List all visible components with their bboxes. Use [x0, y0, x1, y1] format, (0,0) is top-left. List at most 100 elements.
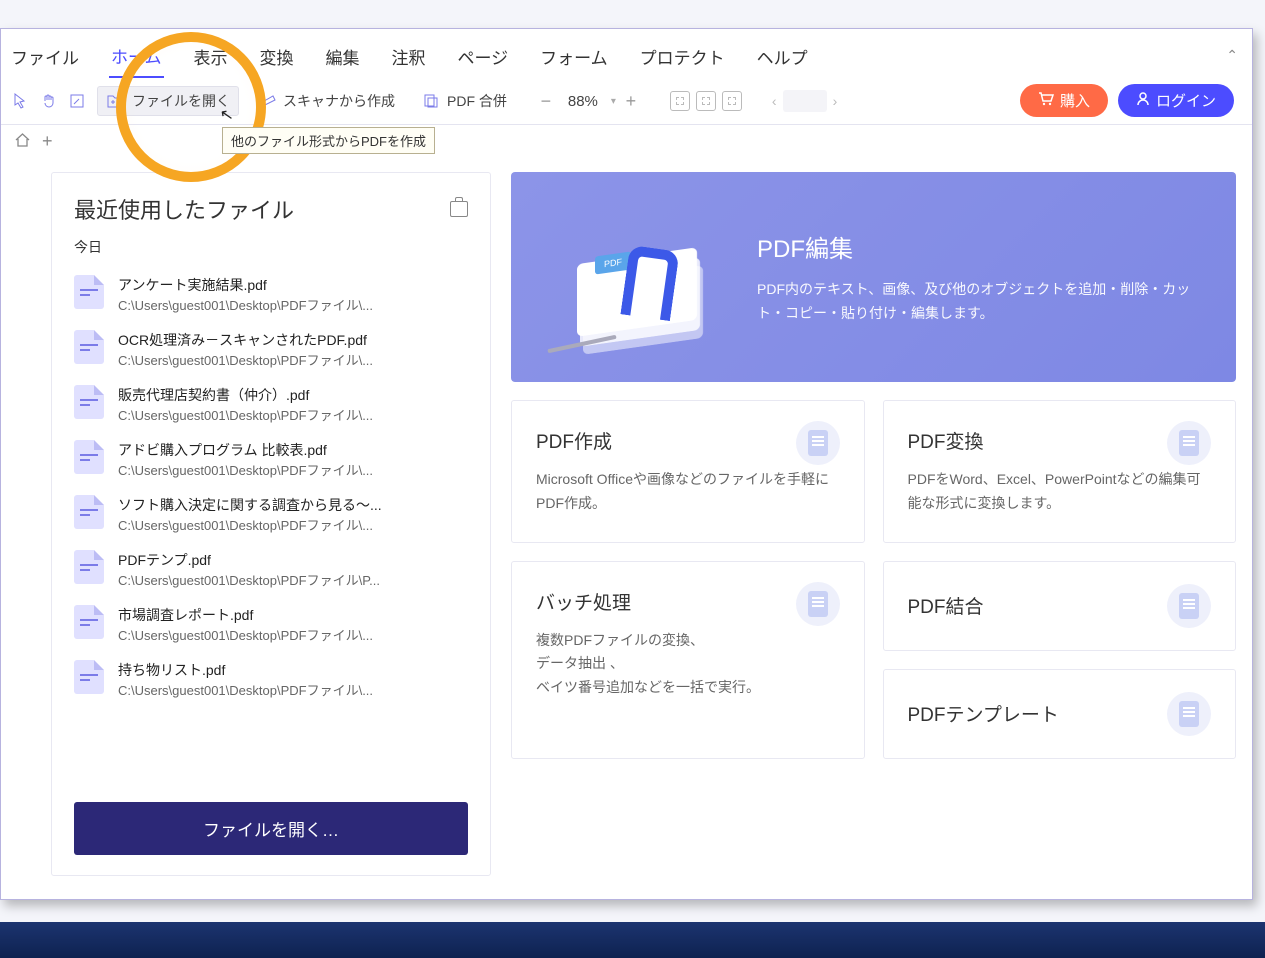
pdf-file-icon: [74, 385, 104, 419]
file-path: C:\Users\guest001\Desktop\PDFファイル\P...: [118, 570, 380, 589]
menu-form[interactable]: フォーム: [538, 40, 610, 77]
tab-bar: +: [1, 125, 1252, 158]
file-name: アンケート実施結果.pdf: [118, 275, 373, 295]
pdf-merge-button[interactable]: PDF 合併: [413, 87, 515, 115]
card-title: PDFテンプレート: [908, 700, 1059, 727]
card-pdf-create[interactable]: PDF作成 Microsoft Officeや画像などのファイルを手軽にPDF作…: [511, 400, 865, 543]
file-item[interactable]: 持ち物リスト.pdf C:\Users\guest001\Desktop\PDF…: [74, 652, 468, 707]
pdf-file-icon: [74, 495, 104, 529]
zoom-control: − 88% ▾ +: [535, 90, 642, 112]
hero-illustration: PDF: [547, 202, 727, 352]
card-pdf-convert[interactable]: PDF変換 PDFをWord、Excel、PowerPointなどの編集可能な形…: [883, 400, 1237, 543]
file-name: PDFテンプ.pdf: [118, 550, 380, 570]
scanner-icon: [257, 91, 277, 111]
card-desc: Microsoft Officeや画像などのファイルを手軽にPDF作成。: [536, 468, 840, 516]
template-icon: [1167, 692, 1211, 736]
file-item[interactable]: アドビ購入プログラム 比較表.pdf C:\Users\guest001\Des…: [74, 432, 468, 487]
login-label: ログイン: [1156, 90, 1216, 111]
menu-view[interactable]: 表示: [192, 40, 230, 77]
collapse-ribbon-icon[interactable]: ⌃: [1226, 47, 1238, 64]
zoom-value[interactable]: 88%: [561, 93, 605, 110]
file-name: ソフト購入決定に関する調査から見る～...: [118, 495, 382, 515]
feature-panel: PDF PDF編集 PDF内のテキスト、画像、及び他のオブジェクトを追加・削除・…: [511, 172, 1236, 876]
menu-bar: ファイル ホーム 表示 変換 編集 注釈 ページ フォーム プロテクト ヘルプ …: [1, 29, 1252, 78]
buy-label: 購入: [1060, 90, 1090, 111]
file-name: 販売代理店契約書（仲介）.pdf: [118, 385, 373, 405]
card-title: PDF変換: [908, 427, 1212, 454]
next-page-icon[interactable]: ›: [833, 93, 838, 109]
folder-plus-icon: [106, 91, 126, 111]
pdf-file-icon: [74, 440, 104, 474]
merge-label: PDF 合併: [447, 91, 507, 111]
zoom-dropdown-icon[interactable]: ▾: [611, 96, 616, 107]
file-item[interactable]: ソフト購入決定に関する調査から見る～... C:\Users\guest001\…: [74, 487, 468, 542]
file-path: C:\Users\guest001\Desktop\PDFファイル\...: [118, 405, 373, 424]
new-tab-button[interactable]: +: [42, 131, 53, 152]
home-tab-icon[interactable]: [15, 133, 30, 151]
file-name: アドビ購入プログラム 比較表.pdf: [118, 440, 373, 460]
buy-button[interactable]: 購入: [1020, 84, 1108, 117]
recent-title: 最近使用したファイル: [74, 193, 294, 225]
fit-width-icon[interactable]: [670, 91, 690, 111]
menu-page[interactable]: ページ: [456, 40, 511, 77]
merge-icon: [421, 91, 441, 111]
edit-tool-icon[interactable]: [67, 91, 87, 111]
prev-page-icon[interactable]: ‹: [772, 93, 777, 109]
zoom-in-button[interactable]: +: [620, 90, 642, 112]
file-item[interactable]: アンケート実施結果.pdf C:\Users\guest001\Desktop\…: [74, 267, 468, 322]
create-from-scanner-button[interactable]: スキャナから作成: [249, 87, 403, 115]
menu-file[interactable]: ファイル: [9, 40, 81, 77]
toolbar: ファイルを開く スキャナから作成 PDF 合併 − 88% ▾ + ‹: [1, 78, 1252, 125]
taskbar: [0, 922, 1265, 958]
file-path: C:\Users\guest001\Desktop\PDFファイル\...: [118, 350, 373, 369]
pdf-file-icon: [74, 660, 104, 694]
pdf-file-icon: [74, 605, 104, 639]
hand-tool-icon[interactable]: [39, 91, 59, 111]
pdf-edit-hero[interactable]: PDF PDF編集 PDF内のテキスト、画像、及び他のオブジェクトを追加・削除・…: [511, 172, 1236, 382]
file-item[interactable]: OCR処理済み－スキャンされたPDF.pdf C:\Users\guest001…: [74, 322, 468, 377]
combine-icon: [1167, 584, 1211, 628]
file-path: C:\Users\guest001\Desktop\PDFファイル\...: [118, 680, 373, 699]
today-label: 今日: [74, 237, 468, 257]
batch-icon: [796, 582, 840, 626]
file-name: 市場調査レポート.pdf: [118, 605, 373, 625]
select-tool-icon[interactable]: [11, 91, 31, 111]
menu-help[interactable]: ヘルプ: [755, 40, 810, 77]
file-path: C:\Users\guest001\Desktop\PDFファイル\...: [118, 515, 382, 534]
menu-comment[interactable]: 注釈: [390, 40, 428, 77]
fit-page-icon[interactable]: [722, 91, 742, 111]
briefcase-icon[interactable]: [450, 201, 468, 217]
file-item[interactable]: PDFテンプ.pdf C:\Users\guest001\Desktop\PDF…: [74, 542, 468, 597]
fit-height-icon[interactable]: [696, 91, 716, 111]
open-file-button[interactable]: ファイルを開く: [97, 86, 239, 116]
menu-convert[interactable]: 変換: [258, 40, 296, 77]
file-path: C:\Users\guest001\Desktop\PDFファイル\...: [118, 460, 373, 479]
convert-icon: [1167, 421, 1211, 465]
menu-edit[interactable]: 編集: [324, 40, 362, 77]
login-button[interactable]: ログイン: [1118, 84, 1234, 117]
user-icon: [1136, 92, 1150, 110]
menu-home[interactable]: ホーム: [109, 39, 164, 78]
menu-protect[interactable]: プロテクト: [638, 40, 727, 77]
pdf-file-icon: [74, 275, 104, 309]
file-item[interactable]: 販売代理店契約書（仲介）.pdf C:\Users\guest001\Deskt…: [74, 377, 468, 432]
app-window: ファイル ホーム 表示 変換 編集 注釈 ページ フォーム プロテクト ヘルプ …: [0, 28, 1253, 900]
open-file-main-button[interactable]: ファイルを開く…: [74, 802, 468, 855]
card-title: PDF結合: [908, 592, 984, 619]
cart-icon: [1038, 92, 1054, 110]
file-item[interactable]: 市場調査レポート.pdf C:\Users\guest001\Desktop\P…: [74, 597, 468, 652]
card-batch[interactable]: バッチ処理 複数PDFファイルの変換、 データ抽出 、 ベイツ番号追加などを一括…: [511, 561, 865, 759]
zoom-out-button[interactable]: −: [535, 90, 557, 112]
recent-files-panel: 最近使用したファイル 今日 アンケート実施結果.pdf C:\Users\gue…: [51, 172, 491, 876]
page-number-input[interactable]: [783, 90, 827, 112]
hero-title: PDF編集: [757, 229, 1200, 264]
hero-desc: PDF内のテキスト、画像、及び他のオブジェクトを追加・削除・カット・コピー・貼り…: [757, 278, 1200, 326]
card-title: バッチ処理: [536, 588, 840, 615]
card-pdf-combine[interactable]: PDF結合: [883, 561, 1237, 651]
card-pdf-template[interactable]: PDFテンプレート: [883, 669, 1237, 759]
card-title: PDF作成: [536, 427, 840, 454]
create-icon: [796, 421, 840, 465]
pdf-file-icon: [74, 330, 104, 364]
scanner-label: スキャナから作成: [283, 91, 395, 111]
open-file-tooltip: 他のファイル形式からPDFを作成: [222, 127, 435, 154]
